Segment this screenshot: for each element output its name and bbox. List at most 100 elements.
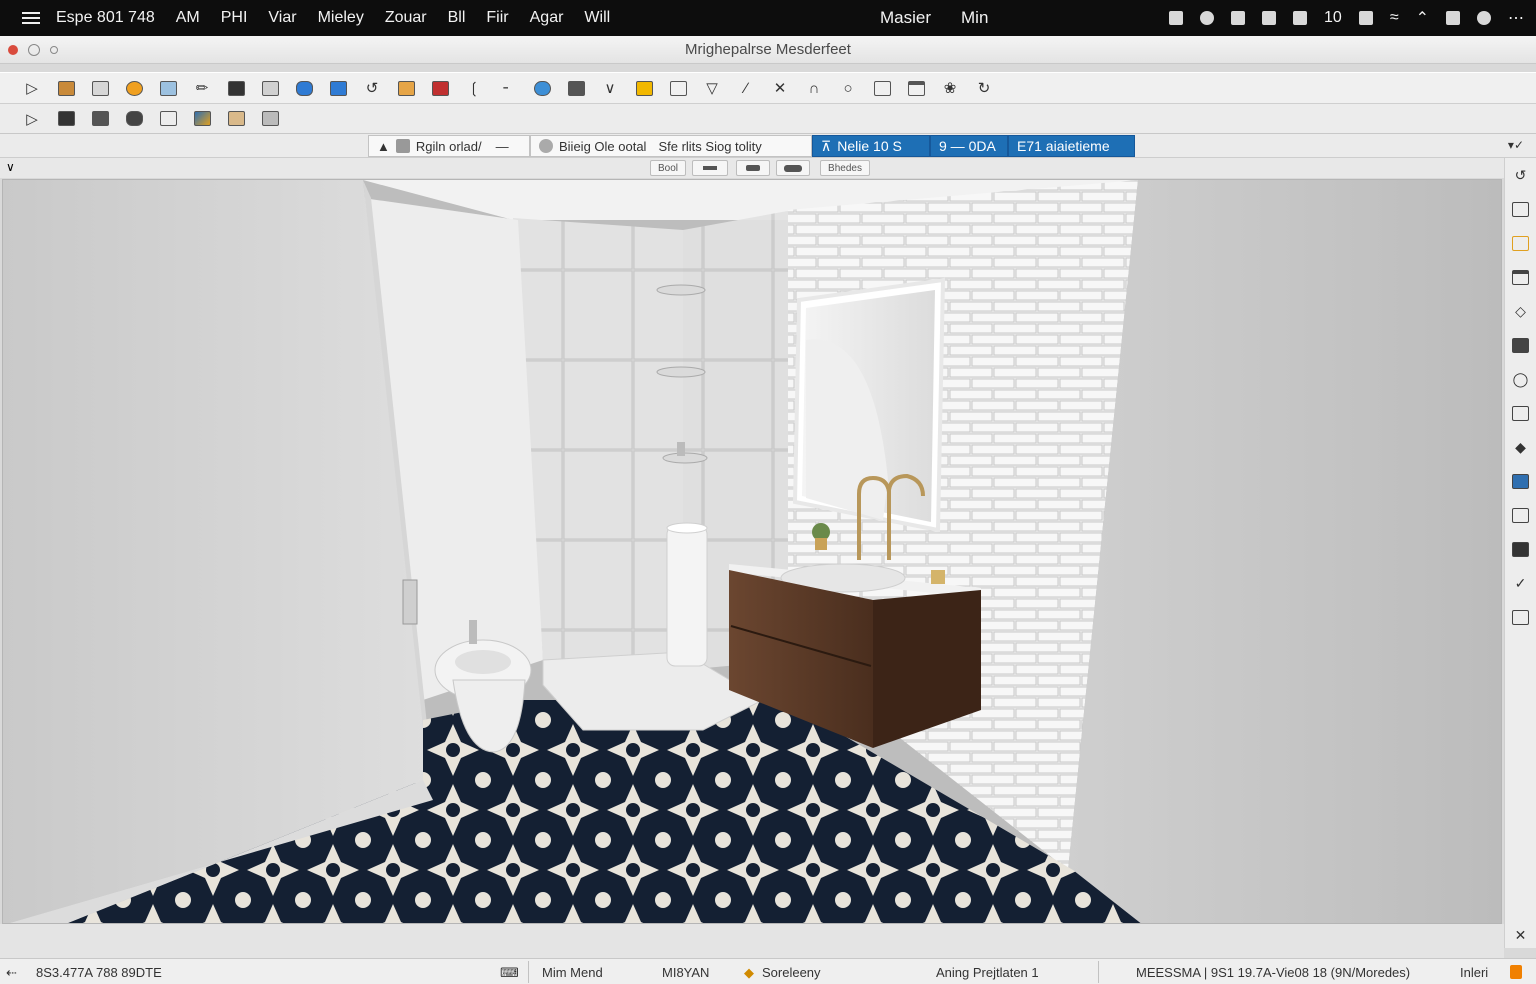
leaf-icon[interactable]: ❀ xyxy=(938,77,962,99)
wifi-icon[interactable]: ≈ xyxy=(1390,9,1399,27)
cloud-icon[interactable] xyxy=(530,77,554,99)
user-icon[interactable] xyxy=(1477,11,1491,25)
pencil-icon[interactable] xyxy=(1511,232,1531,254)
notification-icon[interactable]: ⌃ xyxy=(1416,8,1429,28)
note-icon[interactable] xyxy=(1511,402,1531,424)
gallery-icon[interactable] xyxy=(258,108,282,130)
menu-item-center[interactable]: Min xyxy=(961,8,988,28)
tag-icon[interactable]: ❲ xyxy=(462,77,486,99)
tag-icon[interactable]: ◆ xyxy=(1511,436,1531,458)
folder-icon[interactable] xyxy=(394,77,418,99)
menu-item[interactable]: Fiir xyxy=(486,9,508,27)
zoom-option-button[interactable]: 9 — 0DA xyxy=(930,135,1008,157)
menu-item[interactable]: Viar xyxy=(268,9,296,27)
render-option-group[interactable]: ▲ Rgiln orlad/ — xyxy=(368,135,530,157)
scene-readout: Soreleeny xyxy=(762,965,821,980)
bathroom-render xyxy=(3,180,1501,923)
view-option-button[interactable]: ⊼ Nelie 10 S xyxy=(812,135,930,157)
stack-icon[interactable] xyxy=(1511,470,1531,492)
menu-item[interactable]: PHI xyxy=(221,9,248,27)
print-icon[interactable] xyxy=(88,108,112,130)
rectangle-icon[interactable] xyxy=(632,77,656,99)
panel-icon[interactable] xyxy=(1511,606,1531,628)
expand-chevron-icon[interactable]: ∨ xyxy=(6,160,15,174)
brush-icon[interactable]: ✓ xyxy=(1511,572,1531,594)
eraser-icon[interactable]: ◇ xyxy=(1511,300,1531,322)
color-wheel-icon[interactable] xyxy=(122,77,146,99)
save-icon[interactable] xyxy=(54,108,78,130)
3d-viewport[interactable] xyxy=(2,179,1502,924)
paint-icon[interactable] xyxy=(190,108,214,130)
keyboard-icon[interactable]: ⌨ xyxy=(500,965,519,981)
cursor-icon[interactable]: ⇠ xyxy=(6,965,17,981)
layers-icon[interactable] xyxy=(224,77,248,99)
menu-item[interactable]: Zouar xyxy=(385,9,427,27)
shades-pill[interactable]: Bhedes xyxy=(820,160,870,176)
paint-bucket-icon[interactable] xyxy=(292,77,316,99)
pencil-icon[interactable]: ✏ xyxy=(190,77,214,99)
window-icon[interactable] xyxy=(1511,266,1531,288)
chevron-icon[interactable]: ∨ xyxy=(598,77,622,99)
menu-item[interactable]: Mieley xyxy=(318,9,364,27)
panel-icon[interactable] xyxy=(870,77,894,99)
bulb-icon[interactable] xyxy=(1200,11,1215,25)
link-pill[interactable] xyxy=(776,160,810,176)
table-icon[interactable] xyxy=(666,77,690,99)
close-icon[interactable]: ✕ xyxy=(768,77,792,99)
ruler-icon[interactable] xyxy=(428,77,452,99)
trash-icon[interactable] xyxy=(1169,11,1184,25)
orbit-icon[interactable]: ◯ xyxy=(1511,368,1531,390)
lighting-option-group[interactable]: Biieig Ole ootal Sfe rlits Siog tolity xyxy=(530,135,812,157)
list-icon[interactable] xyxy=(564,77,588,99)
flag-icon[interactable] xyxy=(1358,11,1373,25)
camera-icon: ⊼ xyxy=(821,137,832,154)
render-icon[interactable] xyxy=(122,108,146,130)
status-area: 10 ≈ ⌃ ⋯ xyxy=(1169,0,1524,36)
image-icon[interactable] xyxy=(1511,538,1531,560)
image-icon[interactable] xyxy=(88,77,112,99)
puzzle-icon[interactable] xyxy=(224,108,248,130)
menu-item[interactable]: AM xyxy=(176,9,200,27)
bool-pill[interactable]: Bool xyxy=(650,160,686,176)
status-bar: ⇠ 8S3.477A 788 89DTE ⌨ Mim Mend MI8YAN ◆… xyxy=(0,958,1536,984)
control-icon[interactable] xyxy=(1446,11,1460,25)
knife-icon[interactable]: ∕ xyxy=(734,77,758,99)
frame-icon[interactable] xyxy=(1511,198,1531,220)
hamburger-menu-icon[interactable] xyxy=(22,9,40,27)
minus-icon[interactable]: — xyxy=(496,139,509,154)
play-icon[interactable]: ▷ xyxy=(20,108,44,130)
scene-option-button[interactable]: E71 aiaietieme xyxy=(1008,135,1135,157)
crop-icon[interactable] xyxy=(1511,334,1531,356)
menu-item[interactable]: Will xyxy=(584,9,610,27)
material-icon[interactable] xyxy=(54,77,78,99)
document-icon[interactable] xyxy=(1511,504,1531,526)
window-icon[interactable] xyxy=(904,77,928,99)
menu-item[interactable]: Bll xyxy=(448,9,466,27)
bar-pill[interactable] xyxy=(692,160,728,176)
grid-icon[interactable] xyxy=(258,77,282,99)
clipboard-icon[interactable] xyxy=(156,108,180,130)
collapse-chevron-icon[interactable]: ▾✓ xyxy=(1508,138,1524,152)
triangle-icon[interactable]: ▽ xyxy=(700,77,724,99)
alert-icon[interactable] xyxy=(1510,965,1522,979)
brush-icon[interactable]: ╴ xyxy=(496,77,520,99)
calendar-icon[interactable] xyxy=(326,77,350,99)
circle-icon[interactable]: ○ xyxy=(836,77,860,99)
shape-icon xyxy=(746,165,760,171)
lasso-icon[interactable]: ↺ xyxy=(360,77,384,99)
menu-item[interactable]: Agar xyxy=(530,9,564,27)
light-icon xyxy=(539,139,553,153)
arch-icon[interactable]: ∩ xyxy=(802,77,826,99)
screen-icon[interactable] xyxy=(156,77,180,99)
close-panel-icon[interactable]: ✕ xyxy=(1511,924,1531,946)
document-icon[interactable] xyxy=(1293,11,1308,25)
select-arrow-icon[interactable]: ▷ xyxy=(20,77,44,99)
app-menu[interactable]: Espe 801 748 xyxy=(56,9,155,27)
shape-pill[interactable] xyxy=(736,160,770,176)
menu-item-center[interactable]: Masier xyxy=(880,8,931,28)
refresh-icon[interactable]: ↻ xyxy=(972,77,996,99)
battery-icon[interactable] xyxy=(1262,11,1277,25)
monitor-icon[interactable] xyxy=(1231,11,1246,25)
undo-icon[interactable]: ↺ xyxy=(1511,164,1531,186)
more-icon[interactable]: ⋯ xyxy=(1508,8,1524,28)
